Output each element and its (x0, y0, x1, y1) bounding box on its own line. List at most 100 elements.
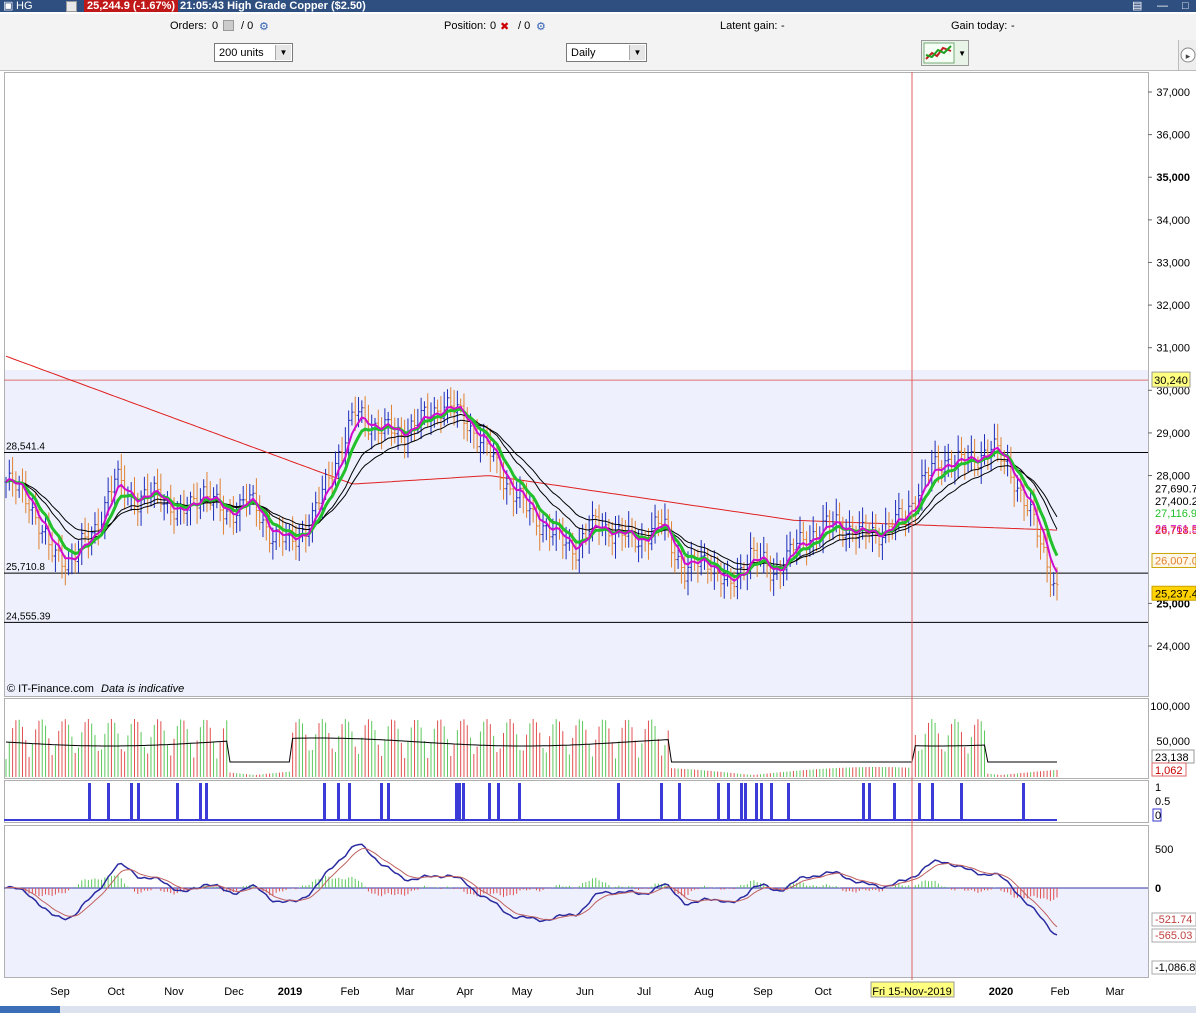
signal-spike (740, 783, 743, 820)
units-value: 200 units (219, 47, 264, 59)
options-icon[interactable]: ▤ (1132, 0, 1142, 12)
signal-y-label: 0.5 (1155, 796, 1170, 808)
signal-spike (660, 783, 663, 820)
signal-spike (455, 783, 458, 820)
position-value: 0 (490, 20, 497, 32)
oscillator-value-label: -1,086.8 (1155, 962, 1195, 974)
wrench-icon[interactable]: 🔧 (38, 74, 52, 86)
oscillator-value-label: -521.74 (1155, 914, 1192, 926)
volume-y-label: 50,000 (1156, 736, 1190, 748)
maximize-icon[interactable]: □ (1182, 0, 1189, 12)
sma-mid-line (5, 413, 1058, 571)
y-tick-label: 35,000 (1156, 172, 1190, 184)
position-close-icon[interactable]: ✖ (500, 20, 509, 33)
last-price-box (1151, 585, 1196, 601)
units-select[interactable]: 200 units ▼ (214, 43, 293, 62)
oscillator-value-box (1151, 912, 1196, 927)
y-tick-label: 30,000 (1156, 385, 1190, 397)
x-axis-label: Sep (50, 986, 70, 998)
signal-spike (862, 783, 865, 820)
chart-toolbar: 200 units ▼ Daily ▼ ▼ (0, 40, 1196, 71)
y-tick-label: 28,000 (1156, 471, 1190, 483)
panel-scroll-button[interactable]: ▸ (1178, 40, 1196, 70)
oscillator-panel-border (4, 825, 1149, 978)
signal-y-label: 1 (1155, 782, 1161, 794)
y-tick-label: 33,000 (1156, 257, 1190, 269)
x-axis-label: Apr (456, 986, 473, 998)
signal-spike (337, 783, 340, 820)
oscillator-value-box (1151, 960, 1196, 975)
y-tick-label: 25,000 (1156, 598, 1190, 610)
x-axis-label: Aug (694, 986, 714, 998)
price-badge: 25,244.9 (-1.67%) (84, 0, 179, 12)
signal-spike (107, 783, 110, 820)
volume-average-line (5, 737, 1057, 763)
close-icon[interactable]: ✕ (72, 73, 86, 87)
signal-spike (380, 783, 383, 820)
y-tick-label: 24,000 (1156, 641, 1190, 653)
x-axis-label: Jun (576, 986, 594, 998)
last-price-box (1151, 552, 1196, 568)
move-up-icon[interactable]: ▲ (107, 73, 121, 87)
signal-spike (488, 783, 491, 820)
signal-spike (176, 783, 179, 820)
chart-style-button[interactable]: ▼ (921, 40, 969, 66)
signal-spike (518, 783, 521, 820)
move-down-icon[interactable]: ▼ (90, 73, 104, 87)
ema-green-line (5, 407, 1059, 579)
orders-total: / 0 (241, 20, 254, 32)
x-axis-label: Mar (1106, 986, 1125, 998)
x-axis-label: Oct (107, 986, 124, 998)
x-axis-label: Dec (224, 986, 244, 998)
signal-spike (931, 783, 934, 820)
window-title: 21:05:43 High Grade Copper ($2.50) (180, 0, 366, 12)
start-button[interactable] (0, 1006, 60, 1013)
data-source-note: © IT-Finance.com Data is indicative (7, 683, 184, 695)
x-axis-label: Nov (164, 986, 184, 998)
y-tick-label: 34,000 (1156, 215, 1190, 227)
chevron-down-icon[interactable]: ▼ (629, 45, 645, 60)
position-gear-icon[interactable]: ⚙ (536, 20, 546, 33)
orders-label: Orders: (170, 20, 207, 32)
price-panel-border (4, 72, 1149, 697)
volume-last-box (1151, 762, 1187, 777)
signal-spike (727, 783, 730, 820)
signal-spike (348, 783, 351, 820)
signal-spike (717, 783, 720, 820)
x-axis-label: 2019 (278, 986, 302, 998)
signal-spike (497, 783, 500, 820)
indicator-value-label: 27,116.9 (1155, 508, 1196, 520)
minimize-icon[interactable]: — (1157, 0, 1168, 12)
orders-cancel-icon[interactable] (223, 20, 234, 31)
period-select[interactable]: Daily ▼ (566, 43, 647, 62)
year-stats: Year:High 28,874.5 Low 25,192.3 (126, 74, 290, 86)
signal-spike (787, 783, 790, 820)
signal-spike (755, 783, 758, 820)
chevron-down-icon[interactable]: ▼ (275, 45, 291, 60)
info-icon[interactable] (66, 1, 77, 12)
y-tick-label: 32,000 (1156, 300, 1190, 312)
price-panel (4, 72, 1148, 696)
orders-gear-icon[interactable]: ⚙ (259, 20, 269, 33)
volume-avg-label: 23,138 (1155, 752, 1189, 764)
crosshair-date-box (870, 981, 955, 998)
chart-style-icon (923, 42, 955, 64)
volume-last-label: 1,062 (1155, 765, 1183, 777)
signal-spike (323, 783, 326, 820)
y-tick-label: 37,000 (1156, 87, 1190, 99)
x-axis-label: Feb (1051, 986, 1070, 998)
x-axis-label: May (512, 986, 533, 998)
indicator-value-label: 27,400.2 (1155, 496, 1196, 508)
signal-spike (130, 783, 133, 820)
sma-slow-line (5, 419, 1058, 566)
y-tick-label: 29,000 (1156, 428, 1190, 440)
cursor-price-label: 30,240 (1154, 375, 1188, 387)
price-label[interactable]: Price (4, 73, 36, 87)
window-menu-icon[interactable]: ▣ (3, 0, 13, 12)
signal-spike (893, 783, 896, 820)
indicator-value-label: 26,761.5 (1155, 523, 1196, 535)
window-icon[interactable]: ▤ (55, 73, 69, 87)
signal-spike (199, 783, 202, 820)
chevron-down-icon[interactable]: ▼ (958, 49, 966, 58)
signal-spike (868, 783, 871, 820)
